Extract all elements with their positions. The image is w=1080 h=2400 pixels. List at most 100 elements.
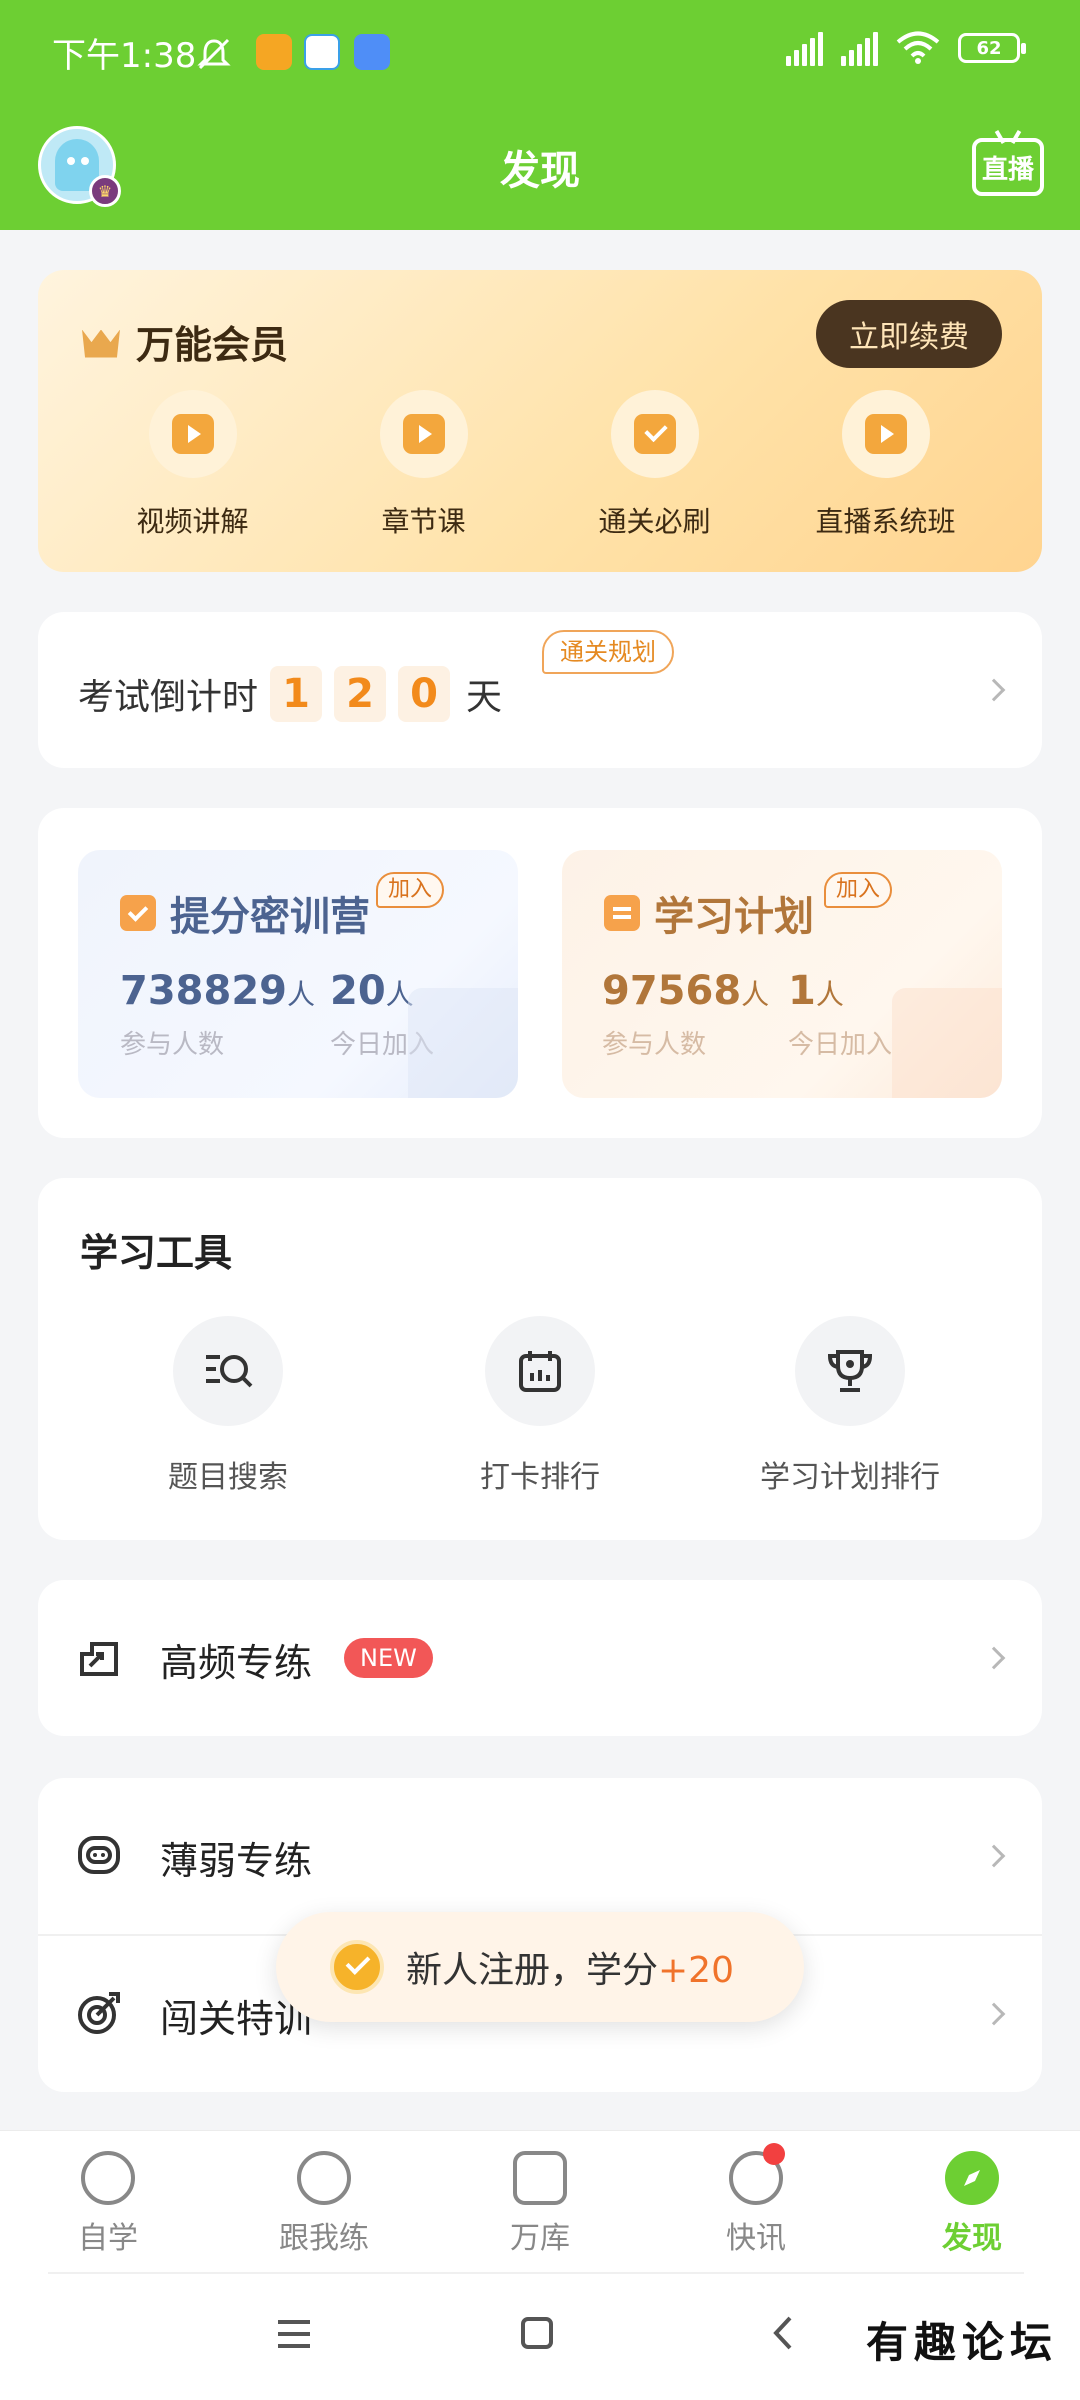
participants-label: 参与人数 [120, 1030, 225, 1060]
countdown-digit: 1 [270, 666, 323, 722]
tab-library[interactable]: 万库 [470, 2151, 610, 2257]
page-title: 发现 [500, 148, 580, 194]
camps-card: 提分密训营 加入 738829人 参与人数 20人 今日加入 学习计划 加入 9… [38, 808, 1042, 1138]
vip-item-video[interactable]: 视频讲解 [77, 390, 308, 540]
compass-icon [945, 2151, 999, 2205]
study-plan-panel[interactable]: 学习计划 加入 97568人 参与人数 1人 今日加入 [562, 850, 1002, 1098]
camp-title: 提分密训营 [120, 884, 370, 942]
renew-button[interactable]: 立即续费 [816, 300, 1002, 368]
tool-label: 题目搜索 [168, 1460, 288, 1495]
tab-practice[interactable]: 跟我练 [254, 2151, 394, 2257]
row-label: 薄弱专练 [160, 1839, 313, 1883]
tool-label: 打卡排行 [480, 1460, 600, 1495]
vip-item-label: 视频讲解 [136, 505, 249, 538]
vip-title: 万能会员 [80, 314, 288, 369]
check-coin-icon [330, 1940, 384, 1994]
chevron-right-icon [982, 1646, 1006, 1670]
practice-icon [297, 2151, 351, 2205]
app-header: 下午1:38 62 ♛ 发现 直播 [0, 0, 1080, 230]
chevron-right-icon [982, 2002, 1006, 2026]
status-indicators: 62 [786, 30, 1026, 66]
join-tag[interactable]: 加入 [376, 872, 445, 908]
checklist-icon [610, 390, 699, 478]
join-tag[interactable]: 加入 [824, 872, 893, 908]
vip-item-label: 章节课 [381, 505, 466, 538]
robot-face-icon [76, 1832, 122, 1878]
row-label: 高频专练 [160, 1641, 313, 1685]
tab-label: 自学 [78, 2221, 138, 2256]
self-study-icon [81, 2151, 135, 2205]
divider [48, 2272, 1024, 2274]
plan-tag[interactable]: 通关规划 [542, 630, 674, 674]
tab-self-study[interactable]: 自学 [38, 2151, 178, 2257]
countdown-unit: 天 [466, 677, 503, 718]
study-tools-card: 学习工具 题目搜索 打卡排行 学习计划排行 [38, 1178, 1042, 1540]
tab-label: 跟我练 [279, 2221, 369, 2256]
vip-item-label: 直播系统班 [815, 505, 956, 538]
countdown-label: 考试倒计时 [78, 677, 259, 718]
high-freq-practice-row[interactable]: 高频专练 NEW [38, 1580, 1042, 1736]
notification-dot [763, 2143, 785, 2165]
mute-icon [196, 36, 232, 72]
tool-plan-rank[interactable]: 学习计划排行 [690, 1316, 1010, 1496]
calendar-app-icon [354, 34, 390, 70]
tab-news[interactable]: 快讯 [686, 2143, 826, 2257]
vip-item-chapter[interactable]: 章节课 [308, 390, 539, 540]
participants-stat: 738829人 参与人数 [120, 968, 315, 1061]
watermark: 有趣论坛 [865, 2318, 1058, 2367]
trend-up-icon [76, 1634, 122, 1680]
live-button[interactable]: 直播 [972, 138, 1044, 196]
exam-countdown-card[interactable]: 考试倒计时 1 2 0 天 通关规划 [38, 612, 1042, 768]
today-count: 1人 [788, 968, 844, 1014]
countdown-row: 考试倒计时 1 2 0 天 [78, 666, 502, 722]
target-icon [76, 1990, 122, 2036]
battery-icon: 62 [958, 33, 1026, 63]
calendar-check-icon [120, 895, 156, 931]
vip-item-live-class[interactable]: 直播系统班 [770, 390, 1001, 540]
status-time: 下午1:38 [52, 36, 197, 76]
decorative-calendar-icon [408, 988, 518, 1098]
tool-label: 学习计划排行 [760, 1460, 940, 1495]
today-stat: 1人 今日加入 [788, 968, 892, 1061]
participants-label: 参与人数 [602, 1030, 707, 1060]
signal-icon [786, 30, 823, 66]
calendar-icon [485, 1316, 595, 1426]
vip-card: 万能会员 立即续费 视频讲解 章节课 通关必刷 直播系统班 [38, 270, 1042, 572]
vip-title-text: 万能会员 [136, 323, 289, 367]
countdown-digit: 0 [398, 666, 451, 722]
training-camp-panel[interactable]: 提分密训营 加入 738829人 参与人数 20人 今日加入 [78, 850, 518, 1098]
library-icon [513, 2151, 567, 2205]
back-icon[interactable] [770, 2314, 794, 2352]
chevron-right-icon [982, 1844, 1006, 1868]
chapter-course-icon [379, 390, 468, 478]
tools-title: 学习工具 [80, 1231, 233, 1275]
wanku-app-icon [304, 34, 340, 70]
signal-icon [841, 30, 878, 66]
decorative-chart-icon [892, 988, 1002, 1098]
menu-icon[interactable] [276, 2318, 312, 2350]
vip-benefits: 视频讲解 章节课 通关必刷 直播系统班 [38, 390, 1042, 540]
weak-practice-row[interactable]: 薄弱专练 [38, 1778, 1042, 1934]
new-badge: NEW [344, 1638, 433, 1678]
tab-label: 快讯 [726, 2221, 786, 2256]
notes-app-icon [256, 34, 292, 70]
home-icon[interactable] [520, 2316, 554, 2350]
chevron-right-icon [982, 678, 1006, 702]
camp-title-text: 提分密训营 [170, 894, 370, 940]
tool-checkin-rank[interactable]: 打卡排行 [380, 1316, 700, 1496]
camp-title: 学习计划 [604, 884, 814, 942]
document-icon [604, 895, 640, 931]
wifi-icon [896, 31, 940, 64]
vip-item-must-practice[interactable]: 通关必刷 [539, 390, 770, 540]
tab-label: 万库 [510, 2221, 570, 2256]
live-class-icon [841, 390, 930, 478]
video-icon [148, 390, 237, 478]
crown-icon [80, 322, 122, 362]
vip-item-label: 通关必刷 [598, 505, 711, 538]
tab-discover[interactable]: 发现 [902, 2151, 1042, 2257]
camp-title-text: 学习计划 [654, 894, 814, 940]
tab-label: 发现 [942, 2221, 1002, 2256]
today-label: 今日加入 [788, 1030, 893, 1060]
tool-question-search[interactable]: 题目搜索 [68, 1316, 388, 1496]
toast-points: +20 [658, 1950, 734, 1991]
